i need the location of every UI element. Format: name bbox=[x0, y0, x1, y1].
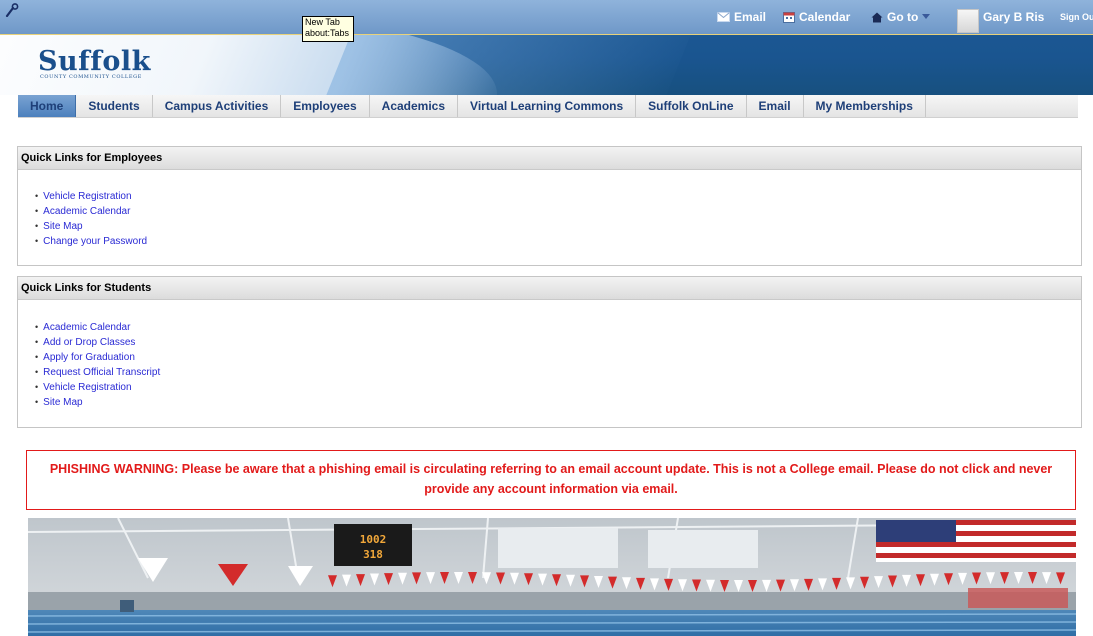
nav-tab-my-memberships[interactable]: My Memberships bbox=[804, 95, 926, 117]
tooltip-line-1: New Tab bbox=[305, 17, 340, 27]
site-header: Email Calendar Go to Gary B Ris Sign Ou bbox=[0, 0, 1093, 95]
home-icon bbox=[871, 12, 883, 22]
quick-link-item: Academic Calendar bbox=[35, 320, 1081, 335]
wrench-icon[interactable] bbox=[5, 3, 19, 17]
quick-links-employees-panel: Quick Links for Employees Vehicle Regist… bbox=[17, 146, 1082, 266]
quick-link-item: Site Map bbox=[35, 219, 1081, 234]
caret-down-icon bbox=[922, 14, 931, 19]
quick-link-site-map[interactable]: Site Map bbox=[43, 397, 82, 408]
quick-link-add-or-drop-classes[interactable]: Add or Drop Classes bbox=[43, 337, 135, 348]
quick-link-vehicle-registration[interactable]: Vehicle Registration bbox=[43, 191, 131, 202]
nav-tab-employees[interactable]: Employees bbox=[281, 95, 370, 117]
panel-title: Quick Links for Students bbox=[18, 277, 1081, 300]
logo-subtitle: COUNTY COMMUNITY COLLEGE bbox=[40, 74, 142, 80]
email-link-label: Email bbox=[734, 10, 767, 24]
calendar-link[interactable]: Calendar bbox=[783, 10, 850, 24]
goto-menu[interactable]: Go to bbox=[871, 10, 931, 24]
quick-link-item: Request Official Transcript bbox=[35, 365, 1081, 380]
nav-tab-email[interactable]: Email bbox=[747, 95, 804, 117]
scoreboard-line-1: 1002 bbox=[360, 533, 387, 546]
quick-link-apply-for-graduation[interactable]: Apply for Graduation bbox=[43, 352, 135, 363]
tooltip-line-2: about:Tabs bbox=[305, 28, 350, 38]
quick-link-site-map[interactable]: Site Map bbox=[43, 221, 82, 232]
calendar-icon bbox=[783, 12, 795, 23]
quick-link-request-official-transcript[interactable]: Request Official Transcript bbox=[43, 367, 160, 378]
nav-tab-home[interactable]: Home bbox=[18, 95, 77, 117]
quick-link-academic-calendar[interactable]: Academic Calendar bbox=[43, 206, 130, 217]
quick-link-item: Add or Drop Classes bbox=[35, 335, 1081, 350]
pool-photo-banner: 1002 318 bbox=[28, 518, 1076, 636]
phishing-warning: PHISHING WARNING: Please be aware that a… bbox=[26, 450, 1076, 510]
us-flag bbox=[876, 520, 1076, 562]
nav-tab-academics[interactable]: Academics bbox=[370, 95, 459, 117]
college-logo[interactable]: Suffolk COUNTY COMMUNITY COLLEGE bbox=[38, 46, 151, 81]
quick-link-item: Vehicle Registration bbox=[35, 189, 1081, 204]
user-avatar[interactable] bbox=[957, 9, 979, 33]
user-name[interactable]: Gary B Ris bbox=[983, 10, 1044, 24]
calendar-link-label: Calendar bbox=[799, 10, 851, 24]
quick-link-item: Vehicle Registration bbox=[35, 380, 1081, 395]
quick-link-vehicle-registration[interactable]: Vehicle Registration bbox=[43, 382, 131, 393]
header-swoosh-accent bbox=[305, 26, 695, 95]
email-link[interactable]: Email bbox=[717, 10, 766, 24]
nav-tab-virtual-learning-commons[interactable]: Virtual Learning Commons bbox=[458, 95, 637, 117]
envelope-icon bbox=[717, 12, 730, 22]
logo-name: Suffolk bbox=[38, 46, 151, 77]
goto-menu-label: Go to bbox=[887, 10, 919, 24]
nav-tab-students[interactable]: Students bbox=[76, 95, 153, 117]
browser-tooltip: New Tab about:Tabs bbox=[302, 16, 354, 42]
main-nav: Home Students Campus Activities Employees Ac… bbox=[18, 95, 1078, 118]
quick-link-item: Change your Password bbox=[35, 234, 1081, 249]
quick-link-item: Apply for Graduation bbox=[35, 350, 1081, 365]
quick-link-academic-calendar[interactable]: Academic Calendar bbox=[43, 322, 130, 333]
phishing-warning-text: PHISHING WARNING: Please be aware that a… bbox=[49, 462, 1053, 496]
student-links-list: Academic Calendar Add or Drop Classes Appl… bbox=[18, 320, 1081, 410]
utility-bar: Email Calendar Go to Gary B Ris Sign Ou bbox=[0, 0, 1093, 35]
pool-photo: 1002 318 bbox=[28, 518, 1076, 636]
panel-title: Quick Links for Employees bbox=[18, 147, 1081, 170]
employee-links-list: Vehicle Registration Academic Calendar Sit… bbox=[18, 189, 1081, 249]
quick-links-students-panel: Quick Links for Students Academic Calend… bbox=[17, 276, 1082, 428]
quick-link-item: Site Map bbox=[35, 395, 1081, 410]
nav-tab-campus-activities[interactable]: Campus Activities bbox=[153, 95, 282, 117]
scoreboard-line-2: 318 bbox=[363, 548, 383, 561]
nav-tab-suffolk-online[interactable]: Suffolk OnLine bbox=[636, 95, 747, 117]
quick-link-item: Academic Calendar bbox=[35, 204, 1081, 219]
sign-out-link[interactable]: Sign Ou bbox=[1060, 12, 1093, 22]
quick-link-change-your-password[interactable]: Change your Password bbox=[43, 236, 147, 247]
